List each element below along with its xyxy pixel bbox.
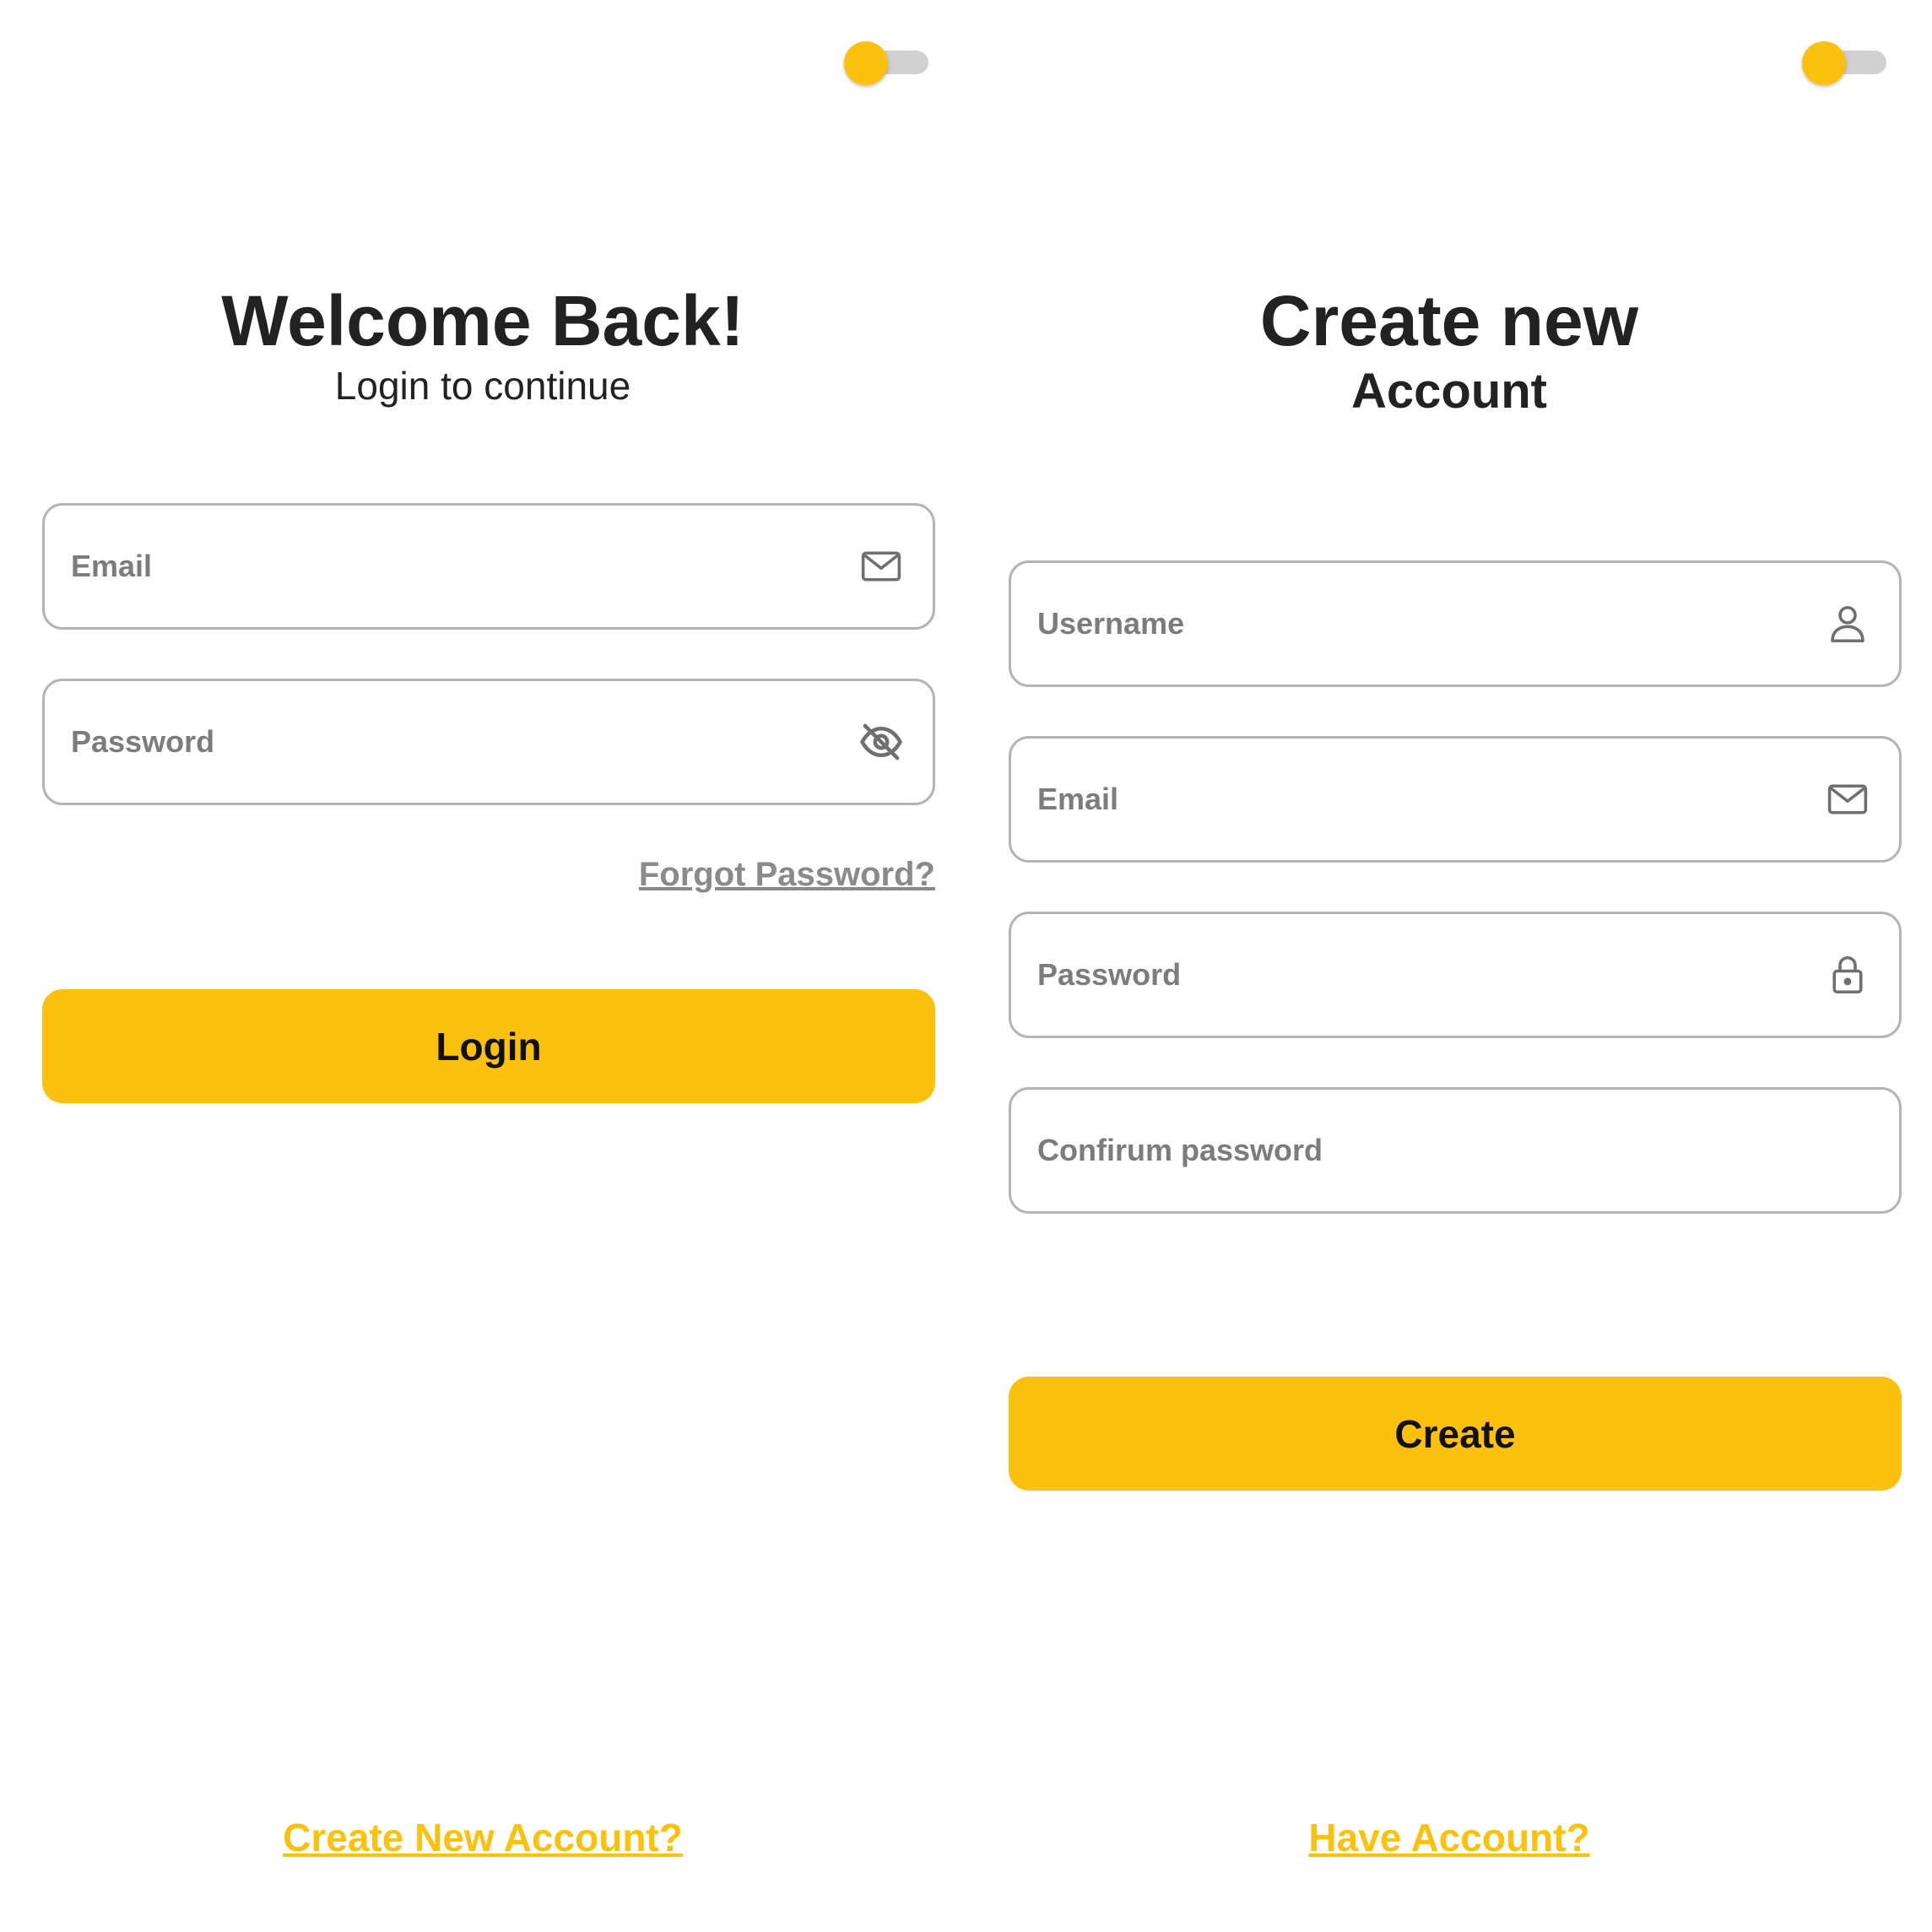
page-title: Welcome Back! — [221, 281, 744, 360]
confirm-password-placeholder: Confirum password — [1037, 1133, 1323, 1167]
signup-screen: Create new Account Username Email Passwo… — [966, 0, 1932, 1932]
password-placeholder: Password — [1037, 957, 1182, 992]
password-field[interactable]: Password — [42, 679, 935, 805]
login-screen: Welcome Back! Login to continue Email Pa… — [0, 0, 966, 1932]
forgot-password-link[interactable]: Forgot Password? — [639, 856, 935, 894]
create-button[interactable]: Create — [1009, 1377, 1902, 1491]
toggle-knob — [1802, 41, 1846, 85]
lock-icon — [1825, 952, 1870, 998]
theme-toggle[interactable] — [1802, 41, 1888, 85]
toggle-knob — [844, 41, 888, 85]
have-account-link[interactable]: Have Account? — [966, 1815, 1932, 1860]
login-button[interactable]: Login — [42, 989, 935, 1103]
email-placeholder: Email — [1037, 782, 1119, 816]
confirm-password-field[interactable]: Confirum password — [1009, 1087, 1902, 1214]
mail-icon — [858, 544, 904, 589]
email-field[interactable]: Email — [1009, 736, 1902, 863]
password-placeholder: Password — [71, 724, 215, 759]
user-icon — [1825, 601, 1870, 647]
page-title-line2: Account — [1351, 364, 1547, 419]
username-field[interactable]: Username — [1009, 560, 1902, 687]
password-field[interactable]: Password — [1009, 912, 1902, 1038]
email-placeholder: Email — [71, 549, 153, 583]
page-subtitle: Login to continue — [334, 364, 631, 408]
email-field[interactable]: Email — [42, 503, 935, 630]
theme-toggle[interactable] — [844, 41, 930, 85]
create-account-link[interactable]: Create New Account? — [0, 1815, 966, 1860]
username-placeholder: Username — [1037, 606, 1185, 641]
eye-off-icon[interactable] — [858, 719, 904, 765]
page-title: Create new — [1259, 281, 1639, 360]
mail-icon — [1825, 777, 1870, 822]
